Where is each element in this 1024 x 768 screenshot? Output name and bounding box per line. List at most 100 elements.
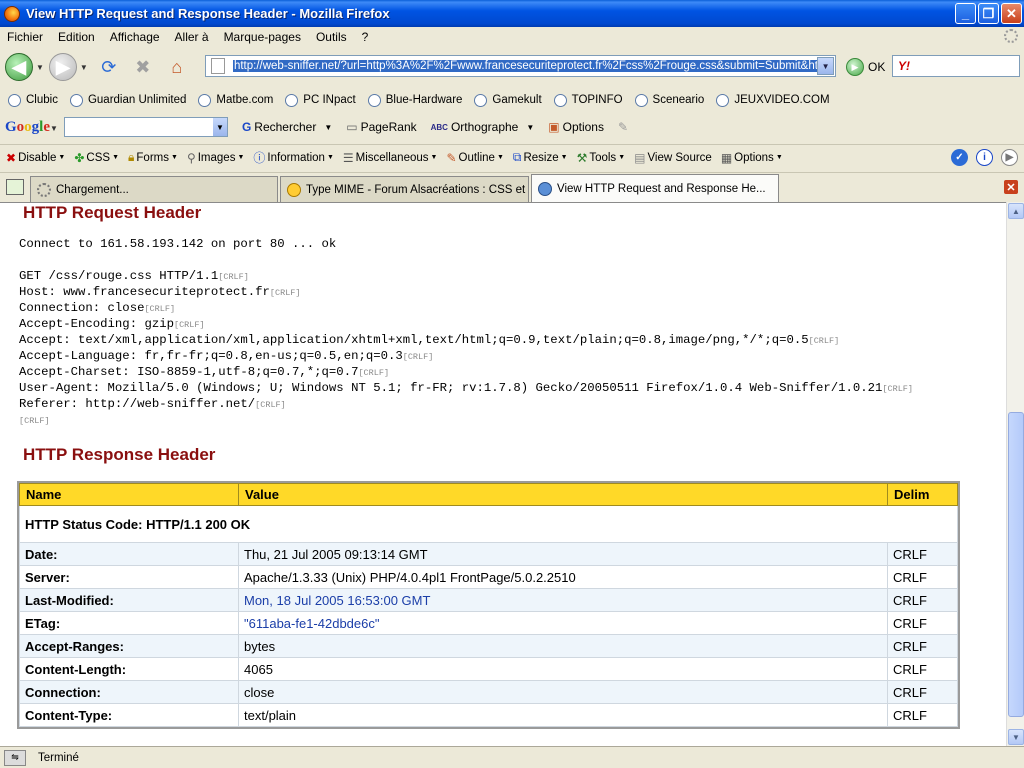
status-bar: ⇋ Terminé [0,746,1024,768]
dev-disable[interactable]: ✖ Disable ▼ [6,151,65,165]
play-round-icon[interactable]: ▶ [1001,149,1018,166]
bookmark-jeuxvideo[interactable]: JEUXVIDEO.COM [716,93,830,107]
tab-bar: Chargement... Type MIME - Forum Alsacréa… [0,172,1024,202]
dev-forms[interactable]: 🔒︎ Forms ▼ [128,150,178,165]
dev-label: CSS [86,151,111,164]
url-bar[interactable]: http://web-sniffer.net/?url=http%3A%2F%2… [205,55,836,77]
reload-button[interactable]: ⟳ [96,54,122,80]
bookmark-matbe[interactable]: Matbe.com [198,93,274,107]
dev-miscellaneous[interactable]: ☰ Miscellaneous ▼ [343,151,438,165]
dev-tools[interactable]: ⚒ Tools ▼ [577,151,626,165]
menu-affichage[interactable]: Affichage [103,30,168,44]
yahoo-engine-icon[interactable]: Y! [898,59,910,73]
maximize-button[interactable]: ❐ [978,3,999,24]
google-options-button[interactable]: ▣ Options [548,120,604,134]
bookmark-gamekult[interactable]: Gamekult [474,93,542,107]
go-button[interactable]: ▶ OK [846,58,885,76]
bookmark-topinfo[interactable]: TOPINFO [553,93,623,107]
tab-loading[interactable]: Chargement... [30,176,278,202]
dev-outline[interactable]: ✎ Outline ▼ [446,151,503,165]
scroll-up-icon[interactable]: ▲ [1008,203,1024,219]
header-delim: CRLF [887,611,958,635]
menu-edition[interactable]: Edition [51,30,103,44]
close-window-button[interactable]: ✕ [1001,3,1022,24]
google-toolbar: Google▼ ▼ G Rechercher ▼ ▭ PageRank ABC Orth… [0,114,1024,140]
menu-help[interactable]: ? [355,30,377,44]
dev-view-source[interactable]: ▤ View Source [634,151,712,165]
bookmark-label: Matbe.com [216,94,274,106]
dev-images[interactable]: ⚲ Images ▼ [187,151,244,165]
header-delim: CRLF [887,634,958,658]
home-button[interactable]: ⌂ [164,54,190,80]
menu-outils[interactable]: Outils [309,30,355,44]
status-code-row: HTTP Status Code: HTTP/1.1 200 OK [19,505,958,543]
images-icon: ⚲ [186,150,196,165]
search-engine-box[interactable]: Y! [892,55,1020,77]
header-value: close [238,680,888,704]
bookmark-sceneario[interactable]: Sceneario [634,93,704,107]
google-search-input[interactable]: ▼ [63,117,228,137]
back-button[interactable]: ◀ [5,53,33,81]
tab-web-sniffer[interactable]: View HTTP Request and Response He... [531,174,779,202]
dev-options-icon: ▦ [720,150,733,165]
header-value: bytes [238,634,888,658]
tab-alsacreations[interactable]: Type MIME - Forum Alsacréations : CSS et… [280,176,529,202]
bookmark-pcinpact[interactable]: PC INpact [285,93,356,107]
stop-button[interactable]: ✖ [130,54,156,80]
connect-line: Connect to 161.58.193.142 on port 80 ...… [19,237,337,251]
info-round-icon[interactable]: i [976,149,993,166]
bookmark-label: JEUXVIDEO.COM [734,94,830,106]
menu-fichier[interactable]: Fichier [0,30,51,44]
dev-resize[interactable]: ⧉ Resize ▼ [513,150,568,165]
tools-icon: ⚒ [576,150,588,165]
google-search-button[interactable]: G Rechercher ▼ [242,120,332,134]
bookmark-guardian[interactable]: Guardian Unlimited [69,93,186,107]
highlighter-button[interactable]: ✎ [618,120,631,134]
validate-check-icon[interactable]: ✓ [951,149,968,166]
scroll-thumb[interactable] [1008,412,1024,717]
response-header-table: Name Value Delim HTTP Status Code: HTTP/… [17,481,960,729]
bookmark-icon [716,93,730,107]
dev-css[interactable]: ✤ CSS ▼ [74,151,119,165]
spellcheck-icon: ABC [430,122,448,132]
header-value: text/plain [238,703,888,727]
scroll-down-icon[interactable]: ▼ [1008,729,1024,745]
google-search-label: Rechercher [254,120,317,134]
table-row: Last-Modified: Mon, 18 Jul 2005 16:53:00… [19,588,958,612]
bookmark-clubic[interactable]: Clubic [8,93,58,107]
dev-label: Tools [589,151,617,164]
response-header-title: HTTP Response Header [23,445,216,464]
bookmark-icon [367,93,381,107]
pagerank-button[interactable]: ▭ PageRank [346,120,416,134]
bookmark-icon [69,93,83,107]
dev-label: View Source [647,151,712,164]
google-search-dropdown-icon[interactable]: ▼ [212,118,227,136]
site-favicon-icon [538,181,552,196]
close-tab-icon[interactable]: ✕ [1004,180,1018,194]
header-name: Accept-Ranges: [19,634,239,658]
minimize-button[interactable]: _ [955,3,976,24]
url-text[interactable]: http://web-sniffer.net/?url=http%3A%2F%2… [232,60,818,72]
vertical-scrollbar[interactable]: ▲ ▼ [1006,202,1024,746]
dev-options[interactable]: ▦ Options ▼ [721,151,783,165]
back-history-dropdown-icon[interactable]: ▼ [36,63,44,72]
request-header-title: HTTP Request Header [23,203,202,222]
outline-icon: ✎ [446,150,457,165]
web-developer-toolbar: ✖ Disable ▼ ✤ CSS ▼ 🔒︎ Forms ▼ ⚲ Images ▼ ⓘ Infor… [0,144,1024,170]
new-tab-icon[interactable] [6,179,24,195]
menu-aller[interactable]: Aller à [168,30,217,44]
google-logo[interactable]: Google▼ [5,119,58,136]
url-history-dropdown-icon[interactable]: ▼ [817,57,834,75]
forward-history-dropdown-icon[interactable]: ▼ [80,63,88,72]
header-name: Server: [19,565,239,589]
bookmarks-toolbar: Clubic Guardian Unlimited Matbe.com PC I… [0,88,1024,112]
menu-marque-pages[interactable]: Marque-pages [217,30,309,44]
bookmark-blue-hardware[interactable]: Blue-Hardware [367,93,462,107]
table-row: Content-Length: 4065 CRLF [19,657,958,681]
header-delim: CRLF [887,542,958,566]
request-line: Accept-Charset: ISO-8859-1,utf-8;q=0.7,*… [19,365,390,379]
forward-button[interactable]: ▶ [48,53,77,81]
request-line: Accept-Language: fr,fr-fr;q=0.8,en-us;q=… [19,349,434,363]
dev-information[interactable]: ⓘ Information ▼ [253,149,333,166]
spellcheck-button[interactable]: ABC Orthographe ▼ [431,120,535,134]
